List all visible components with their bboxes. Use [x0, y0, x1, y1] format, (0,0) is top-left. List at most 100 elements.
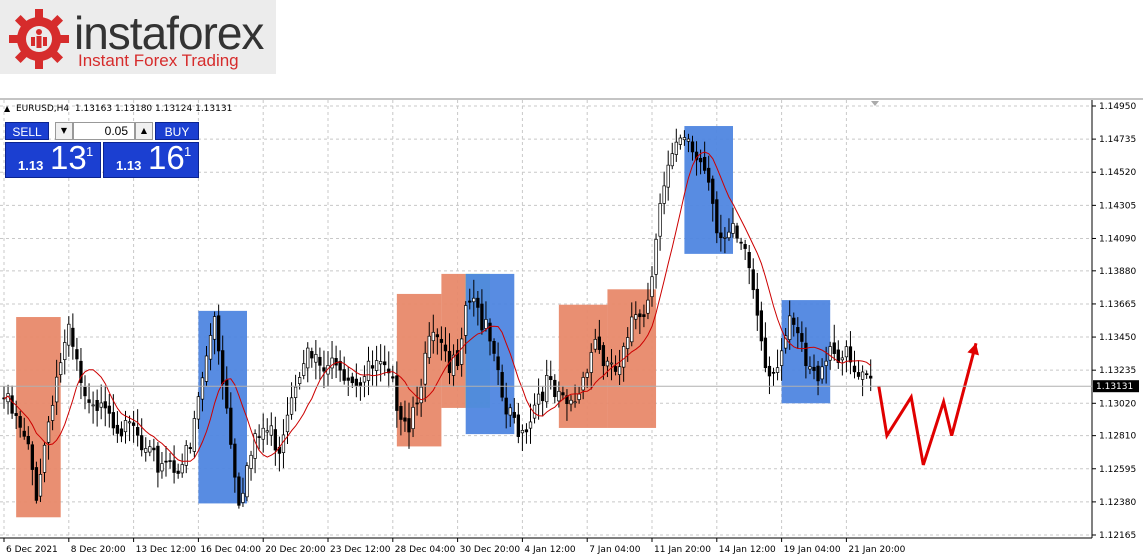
x-tick-label: 30 Dec 20:00 [460, 545, 521, 555]
y-tick-label: 1.13020 [1099, 399, 1136, 409]
sell-price-prefix: 1.13 [18, 158, 44, 173]
candle-body [488, 322, 492, 342]
candle-body [127, 421, 132, 424]
x-tick-label: 7 Jan 04:00 [589, 545, 641, 555]
candle-body [103, 401, 107, 409]
forecast-line [877, 342, 978, 466]
candle-body [75, 349, 79, 360]
x-tick-label: 21 Jan 20:00 [848, 545, 905, 555]
candle-body [168, 460, 172, 462]
candle-body [536, 393, 541, 405]
y-tick-label: 1.13450 [1099, 333, 1136, 343]
gear-logo-icon [9, 9, 69, 69]
candle-body [796, 327, 800, 334]
candle-body [480, 303, 484, 331]
candle-body [374, 360, 379, 371]
x-tick-label: 11 Jan 20:00 [654, 545, 711, 555]
one-click-trading-panel: SELL ▼ 0.05 ▲ BUY 1.13 13 1 1.13 16 1 [5, 120, 199, 178]
candle-body [188, 447, 192, 450]
candle-body [18, 416, 22, 428]
symbol-label: EURUSD,H4 [16, 104, 70, 114]
candle-body [241, 492, 245, 503]
candle-body [666, 164, 670, 188]
y-tick-label: 1.14950 [1099, 102, 1136, 112]
lot-increase-button[interactable]: ▲ [135, 122, 153, 140]
candle-body [180, 464, 184, 474]
candle-body [869, 375, 873, 379]
candle-body [755, 288, 759, 316]
candle-body [638, 313, 642, 318]
candle-body [711, 178, 715, 204]
candle-body [54, 376, 59, 403]
candle-body [289, 397, 294, 415]
lot-decrease-button[interactable]: ▼ [55, 122, 73, 140]
candle-body [314, 354, 318, 363]
candle-body [860, 371, 865, 380]
highlight-box-orange [558, 304, 608, 428]
instaforex-logo: instaforex Instant Forex Trading [0, 0, 276, 74]
candle-body [723, 236, 727, 239]
candle-body [812, 366, 816, 371]
candle-body [261, 427, 265, 440]
candle-body [484, 319, 488, 329]
candle-body [427, 335, 431, 359]
candle-body [678, 137, 682, 145]
candle-body [293, 386, 298, 398]
candle-body [601, 345, 606, 367]
candle-body [581, 377, 585, 391]
candle-body [257, 436, 261, 438]
candle-body [549, 376, 553, 381]
candle-body [83, 386, 87, 397]
candle-body [285, 414, 290, 433]
candle-body [310, 351, 314, 359]
candle-body [164, 460, 168, 463]
candle-body [237, 476, 241, 506]
candle-body [585, 372, 589, 378]
candle-body [391, 376, 395, 379]
candle-body [630, 316, 634, 343]
candle-body [715, 199, 719, 234]
y-tick-label: 1.14090 [1099, 234, 1136, 244]
candle-body [674, 141, 678, 155]
x-tick-label: 14 Jan 12:00 [719, 545, 776, 555]
candle-body [569, 399, 573, 405]
y-tick-label: 1.14305 [1099, 201, 1136, 211]
candle-body [516, 414, 520, 437]
candle-body [763, 337, 768, 369]
candle-body [650, 276, 654, 298]
candle-body [322, 367, 326, 372]
sell-button[interactable]: SELL [5, 122, 49, 140]
candle-body [370, 365, 375, 369]
buy-price-box[interactable]: 1.13 16 1 [103, 139, 199, 178]
candle-body [646, 299, 650, 314]
candle-body [253, 433, 257, 459]
symbol-quote-line: EURUSD,H4 1.13163 1.13180 1.13124 1.1313… [16, 104, 232, 114]
candle-body [42, 444, 47, 473]
candle-body [403, 417, 407, 422]
candle-body [540, 391, 545, 402]
candle-body [123, 420, 128, 433]
buy-price-prefix: 1.13 [116, 158, 142, 173]
candle-body [306, 347, 310, 369]
candle-body [504, 397, 508, 415]
candle-body [115, 424, 120, 434]
candle-body [512, 411, 516, 418]
candle-body [775, 367, 780, 373]
candle-body [682, 137, 687, 141]
buy-button[interactable]: BUY [155, 122, 199, 140]
y-tick-label: 1.13880 [1099, 267, 1136, 277]
candle-body [613, 366, 618, 372]
x-tick-label: 28 Dec 04:00 [395, 545, 456, 555]
lot-size-input[interactable]: 0.05 [73, 122, 135, 140]
candle-body [423, 352, 427, 385]
forecast-arrow [877, 342, 980, 466]
candle-body [731, 223, 735, 234]
y-tick-label: 1.13235 [1099, 366, 1136, 376]
candle-body [735, 225, 739, 239]
y-tick-label: 1.14735 [1099, 135, 1136, 145]
candle-body [95, 400, 99, 411]
candle-body [131, 422, 136, 426]
logo-tagline: Instant Forex Trading [78, 51, 239, 70]
candle-body [67, 323, 71, 346]
sell-price-box[interactable]: 1.13 13 1 [5, 139, 101, 178]
